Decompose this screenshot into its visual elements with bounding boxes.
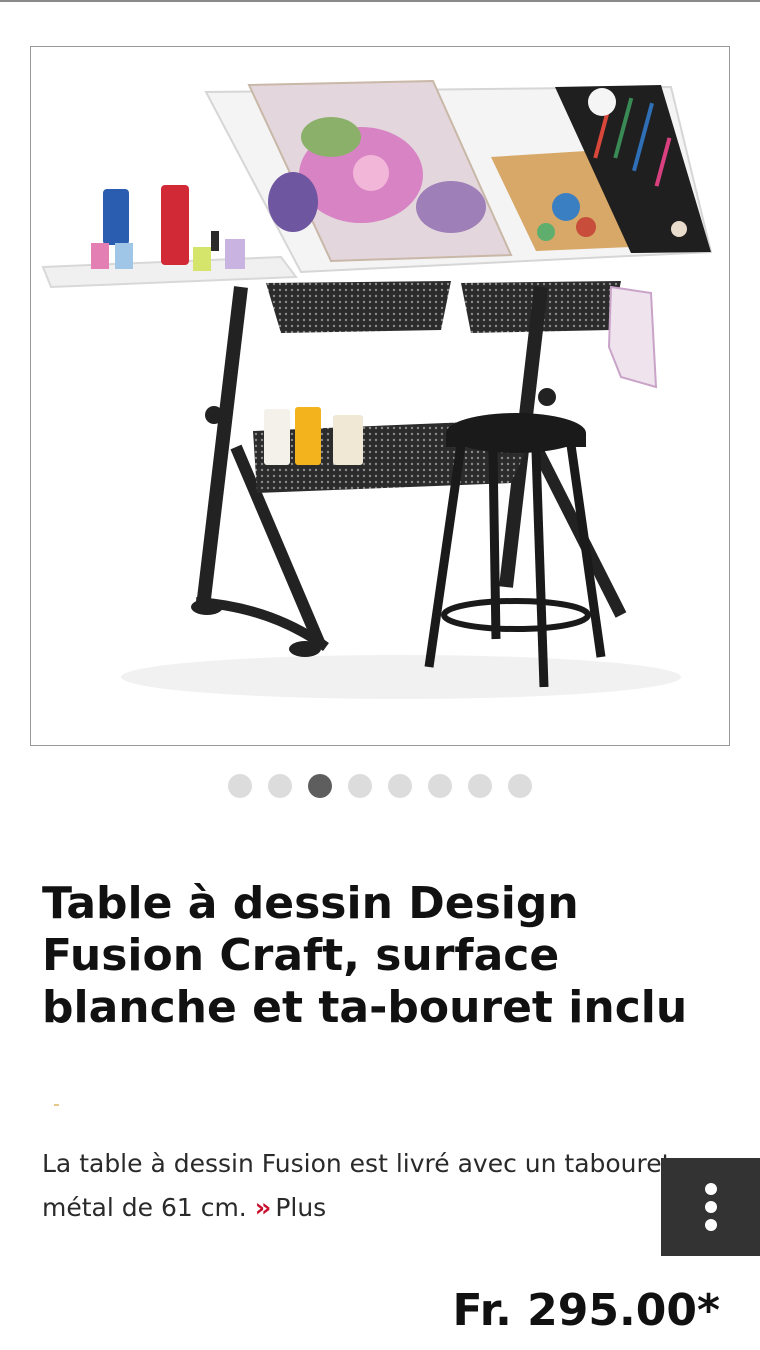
product-description: La table à dessin Fusion est livré avec … [42, 1142, 732, 1230]
double-chevron-right-icon: ›› [254, 1193, 271, 1222]
pagination-dot[interactable] [388, 774, 412, 798]
more-label: Plus [275, 1193, 327, 1222]
more-options-button[interactable] [661, 1158, 760, 1256]
description-text: La table à dessin Fusion est livré avec … [42, 1149, 711, 1222]
top-divider [0, 0, 760, 2]
pagination-dot[interactable] [348, 774, 372, 798]
gallery-pagination [0, 774, 760, 798]
product-title: Table à dessin Design Fusion Craft, surf… [42, 878, 688, 1033]
rating-marker [54, 1104, 59, 1106]
pagination-dot[interactable] [268, 774, 292, 798]
kebab-dot [704, 1183, 717, 1195]
pagination-dot[interactable] [508, 774, 532, 798]
product-image [41, 79, 713, 699]
pagination-dot[interactable] [228, 774, 252, 798]
kebab-dot [704, 1201, 717, 1213]
kebab-dot [704, 1219, 717, 1231]
more-link[interactable]: ›› Plus [255, 1193, 327, 1222]
pagination-dot[interactable] [428, 774, 452, 798]
pagination-dot[interactable] [468, 774, 492, 798]
pagination-dot[interactable] [308, 774, 332, 798]
product-price: Fr. 295.00* [452, 1285, 720, 1336]
product-image-gallery[interactable] [30, 46, 730, 746]
